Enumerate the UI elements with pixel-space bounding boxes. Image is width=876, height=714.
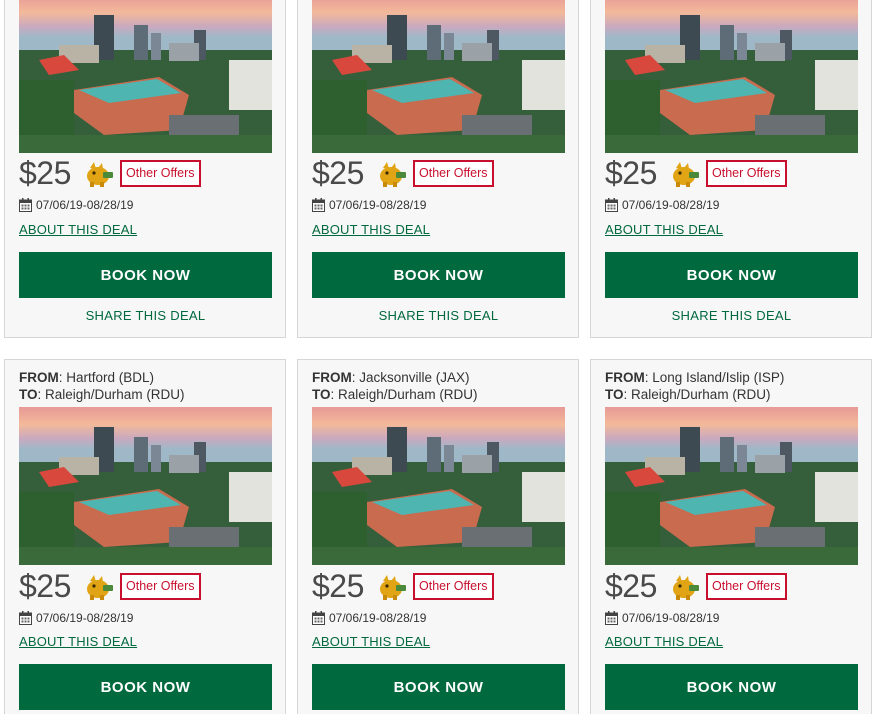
deal-dates: 07/06/19-08/28/19 <box>312 611 426 625</box>
route-to: TO: Raleigh/Durham (RDU) <box>605 386 784 403</box>
about-this-deal-link[interactable]: ABOUT THIS DEAL <box>605 634 723 649</box>
to-label: TO <box>19 387 38 402</box>
dates-text: 07/06/19-08/28/19 <box>36 611 134 625</box>
dates-text: 07/06/19-08/28/19 <box>622 611 720 625</box>
price-row: $25 Other Offers <box>19 155 201 192</box>
other-offers-button[interactable]: Other Offers <box>413 160 494 187</box>
deal-card: $25 Other Offers 07/06/19-08/28/19 ABOUT… <box>297 0 579 338</box>
from-label: FROM <box>312 370 352 385</box>
price-row: $25 Other Offers <box>19 568 201 605</box>
price-row: $25 Other Offers <box>312 568 494 605</box>
destination-photo[interactable] <box>19 407 272 565</box>
route-from: FROM: Long Island/Islip (ISP) <box>605 369 784 386</box>
about-this-deal-link[interactable]: ABOUT THIS DEAL <box>312 634 430 649</box>
destination-photo[interactable] <box>19 0 272 153</box>
book-now-button[interactable]: BOOK NOW <box>605 664 858 710</box>
price: $25 <box>312 155 364 191</box>
route-to: TO: Raleigh/Durham (RDU) <box>312 386 478 403</box>
to-label: TO <box>312 387 331 402</box>
book-now-button[interactable]: BOOK NOW <box>312 664 565 710</box>
piggy-bank-mascot-icon <box>673 574 699 600</box>
route-info: FROM: Long Island/Islip (ISP) TO: Raleig… <box>605 369 784 403</box>
price: $25 <box>312 568 364 604</box>
destination-photo[interactable] <box>312 407 565 565</box>
dates-text: 07/06/19-08/28/19 <box>329 198 427 212</box>
book-now-button[interactable]: BOOK NOW <box>312 252 565 298</box>
deal-card: $25 Other Offers 07/06/19-08/28/19 ABOUT… <box>590 0 872 338</box>
piggy-bank-mascot-icon <box>380 161 406 187</box>
destination-photo[interactable] <box>605 407 858 565</box>
calendar-icon <box>605 198 618 212</box>
other-offers-button[interactable]: Other Offers <box>120 160 201 187</box>
route-info: FROM: Hartford (BDL) TO: Raleigh/Durham … <box>19 369 185 403</box>
dates-text: 07/06/19-08/28/19 <box>329 611 427 625</box>
deal-card: $25 Other Offers 07/06/19-08/28/19 ABOUT… <box>4 0 286 338</box>
deal-card: FROM: Jacksonville (JAX) TO: Raleigh/Dur… <box>297 359 579 714</box>
about-this-deal-link[interactable]: ABOUT THIS DEAL <box>605 222 723 237</box>
price-row: $25 Other Offers <box>605 155 787 192</box>
route-to: TO: Raleigh/Durham (RDU) <box>19 386 185 403</box>
calendar-icon <box>605 611 618 625</box>
price-row: $25 Other Offers <box>312 155 494 192</box>
dates-text: 07/06/19-08/28/19 <box>36 198 134 212</box>
from-value: : Long Island/Islip (ISP) <box>644 370 785 385</box>
deal-dates: 07/06/19-08/28/19 <box>312 198 426 212</box>
other-offers-button[interactable]: Other Offers <box>706 573 787 600</box>
calendar-icon <box>19 198 32 212</box>
share-this-deal-link[interactable]: SHARE THIS DEAL <box>605 308 858 323</box>
destination-photo[interactable] <box>605 0 858 153</box>
route-info: FROM: Jacksonville (JAX) TO: Raleigh/Dur… <box>312 369 478 403</box>
price: $25 <box>605 568 657 604</box>
deal-dates: 07/06/19-08/28/19 <box>605 611 719 625</box>
price-row: $25 Other Offers <box>605 568 787 605</box>
from-value: : Hartford (BDL) <box>58 370 155 385</box>
destination-photo[interactable] <box>312 0 565 153</box>
calendar-icon <box>19 611 32 625</box>
about-this-deal-link[interactable]: ABOUT THIS DEAL <box>19 634 137 649</box>
to-value: : Raleigh/Durham (RDU) <box>37 387 185 402</box>
share-this-deal-link[interactable]: SHARE THIS DEAL <box>19 308 272 323</box>
share-this-deal-link[interactable]: SHARE THIS DEAL <box>312 308 565 323</box>
piggy-bank-mascot-icon <box>673 161 699 187</box>
other-offers-button[interactable]: Other Offers <box>706 160 787 187</box>
route-from: FROM: Jacksonville (JAX) <box>312 369 478 386</box>
piggy-bank-mascot-icon <box>87 574 113 600</box>
to-value: : Raleigh/Durham (RDU) <box>330 387 478 402</box>
other-offers-button[interactable]: Other Offers <box>413 573 494 600</box>
deal-card: FROM: Hartford (BDL) TO: Raleigh/Durham … <box>4 359 286 714</box>
deal-dates: 07/06/19-08/28/19 <box>605 198 719 212</box>
calendar-icon <box>312 198 325 212</box>
other-offers-button[interactable]: Other Offers <box>120 573 201 600</box>
to-label: TO <box>605 387 624 402</box>
deal-card: FROM: Long Island/Islip (ISP) TO: Raleig… <box>590 359 872 714</box>
price: $25 <box>605 155 657 191</box>
piggy-bank-mascot-icon <box>87 161 113 187</box>
deal-dates: 07/06/19-08/28/19 <box>19 611 133 625</box>
calendar-icon <box>312 611 325 625</box>
about-this-deal-link[interactable]: ABOUT THIS DEAL <box>312 222 430 237</box>
book-now-button[interactable]: BOOK NOW <box>605 252 858 298</box>
piggy-bank-mascot-icon <box>380 574 406 600</box>
dates-text: 07/06/19-08/28/19 <box>622 198 720 212</box>
about-this-deal-link[interactable]: ABOUT THIS DEAL <box>19 222 137 237</box>
from-value: : Jacksonville (JAX) <box>351 370 470 385</box>
book-now-button[interactable]: BOOK NOW <box>19 664 272 710</box>
route-from: FROM: Hartford (BDL) <box>19 369 185 386</box>
price: $25 <box>19 155 71 191</box>
from-label: FROM <box>19 370 59 385</box>
price: $25 <box>19 568 71 604</box>
from-label: FROM <box>605 370 645 385</box>
to-value: : Raleigh/Durham (RDU) <box>623 387 771 402</box>
deal-dates: 07/06/19-08/28/19 <box>19 198 133 212</box>
book-now-button[interactable]: BOOK NOW <box>19 252 272 298</box>
